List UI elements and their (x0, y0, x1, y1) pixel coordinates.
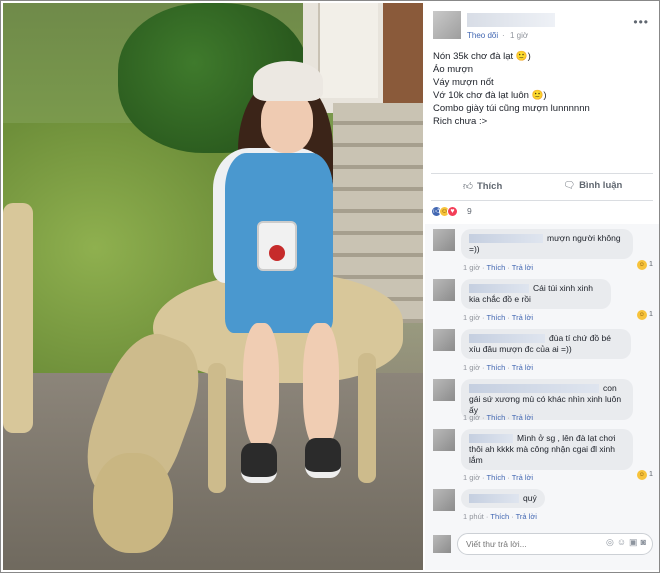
current-user-avatar (433, 535, 451, 553)
comment-time[interactable]: 1 giờ (463, 413, 480, 422)
sneaker (241, 443, 277, 483)
composer-icons: ◎☺▣◙ (606, 537, 649, 548)
building-window (318, 3, 378, 98)
commenter-avatar[interactable] (433, 489, 455, 511)
comment-reaction-count: 1 (648, 259, 653, 268)
person-hat (253, 61, 323, 101)
caption-line: Áo mượn (433, 64, 474, 75)
comment-bubble: đùa tí chứ đồ bé xíu đâu mượn đc của ai … (461, 329, 631, 359)
caption-line: Vớ 10k chơ đà lạt luôn 🙂) (433, 90, 547, 101)
post-photo[interactable] (3, 3, 423, 570)
commenter-name-blurred[interactable] (469, 494, 519, 504)
deer-statue-head (93, 453, 173, 553)
commenter-avatar[interactable] (433, 279, 455, 301)
comment-like-link[interactable]: Thích (487, 313, 506, 322)
more-horizontal-icon[interactable]: ••• (633, 15, 649, 29)
commenter-avatar[interactable] (433, 229, 455, 251)
separator: · (502, 31, 505, 40)
comment-text: quý (523, 493, 537, 503)
caption-line: Combo giày túi cũng mượn lunnnnnn (433, 103, 590, 114)
comment-bubble: Cái túi xinh xinh kia chắc đồ e rồi (461, 279, 611, 309)
sneaker (305, 438, 341, 478)
comment-like-link[interactable]: Thích (487, 413, 506, 422)
thumbs-up-icon: 👍︎ (463, 181, 473, 192)
follow-link[interactable]: Theo dõi (467, 31, 498, 40)
haha-reaction-icon: ☺ (636, 470, 647, 480)
caption-line: Nón 35k chơ đà lạt 🙂) (433, 51, 531, 62)
comment-reply-link[interactable]: Trả lời (512, 413, 533, 422)
caption-line: Rich chưa :> (433, 116, 488, 127)
divider (431, 173, 653, 174)
comment-meta: 1 giờ · Thích · Trả lời (463, 263, 534, 272)
comment-reply-link[interactable]: Trả lời (512, 473, 533, 482)
comment-like-link[interactable]: Thích (487, 363, 506, 372)
comment-meta: 1 phút · Thích · Trả lời (463, 512, 537, 521)
gif-icon[interactable]: ▣ (629, 537, 641, 547)
comment-reaction-badge[interactable]: ☺ 1 (636, 469, 653, 480)
like-button[interactable]: 👍︎ Thích (463, 180, 502, 192)
post-time[interactable]: 1 giờ (510, 31, 528, 40)
comment-meta: 1 giờ · Thích · Trả lời (463, 473, 534, 482)
emoji-icon[interactable]: ☺ (617, 537, 629, 547)
speech-bubble-icon: 🗨 (563, 180, 576, 191)
commenter-name-blurred[interactable] (469, 334, 545, 344)
reply-composer: ◎☺▣◙ (431, 533, 655, 555)
commenter-avatar[interactable] (433, 379, 455, 401)
comment-meta: 1 giờ · Thích · Trả lời (463, 413, 534, 422)
comment-like-link[interactable]: Thích (487, 263, 506, 272)
comment-time[interactable]: 1 giờ (463, 473, 480, 482)
comment-time[interactable]: 1 giờ (463, 313, 480, 322)
shoulder-bag (257, 221, 297, 271)
comment-reaction-count: 1 (648, 309, 653, 318)
comment-like-link[interactable]: Thích (490, 512, 509, 521)
comment-time[interactable]: 1 phút (463, 512, 484, 521)
deer-statue-leg (358, 353, 376, 483)
comment-meta: 1 giờ · Thích · Trả lời (463, 313, 534, 322)
comment-meta: 1 giờ · Thích · Trả lời (463, 363, 534, 372)
camera-icon[interactable]: ◎ (606, 537, 617, 547)
commenter-avatar[interactable] (433, 429, 455, 451)
comment-reply-link[interactable]: Trả lời (512, 263, 533, 272)
person-legs (241, 323, 353, 483)
post-panel: Theo dõi · 1 giờ ••• Nón 35k chơ đà lạt … (425, 3, 659, 570)
deer-statue-leg (208, 363, 226, 493)
comment-label: Bình luận (579, 180, 623, 191)
comment-button[interactable]: 🗨 Bình luận (563, 180, 622, 191)
comment-reaction-badge[interactable]: ☺ 1 (636, 259, 653, 270)
post-caption: Nón 35k chơ đà lạt 🙂) Áo mượn Váy mượn n… (433, 50, 653, 128)
sticker-icon[interactable]: ◙ (641, 537, 649, 547)
comment-bubble: Mình ở sg , lên đà lạt chơi thôi ah kkkk… (461, 429, 633, 470)
haha-reaction-icon: ☺ (636, 310, 647, 320)
author-avatar[interactable] (433, 11, 461, 39)
wooden-door (383, 3, 423, 103)
comment-reaction-count: 1 (648, 469, 653, 478)
comment-like-link[interactable]: Thích (487, 473, 506, 482)
divider (431, 200, 653, 201)
haha-reaction-icon: ☺ (636, 260, 647, 270)
deer-statue-leg-left (3, 203, 33, 433)
comment-bubble: mượn người không =)) (461, 229, 633, 259)
comment-reply-link[interactable]: Trả lời (512, 313, 533, 322)
comment-time[interactable]: 1 giờ (463, 263, 480, 272)
commenter-avatar[interactable] (433, 329, 455, 351)
comment-reaction-badge[interactable]: ☺ 1 (636, 309, 653, 320)
commenter-name-blurred[interactable] (469, 434, 513, 444)
comment-reply-link[interactable]: Trả lời (516, 512, 537, 521)
post-header: Theo dõi · 1 giờ ••• (425, 3, 659, 45)
like-label: Thích (476, 181, 503, 192)
post-actions: 👍︎ Thích 🗨 Bình luận (425, 177, 659, 199)
comment-time[interactable]: 1 giờ (463, 363, 480, 372)
commenter-name-blurred[interactable] (469, 234, 543, 244)
love-reaction-icon: ♥ (447, 206, 458, 217)
commenter-name-blurred[interactable] (469, 384, 599, 394)
reaction-count: 9 (467, 206, 472, 216)
screenshot-frame: Theo dõi · 1 giờ ••• Nón 35k chơ đà lạt … (0, 0, 660, 573)
commenter-name-blurred[interactable] (469, 284, 529, 294)
caption-line: Váy mượn nốt (433, 77, 494, 88)
comment-bubble: quý (461, 489, 545, 508)
comment-reply-link[interactable]: Trả lời (512, 363, 533, 372)
author-name-blurred[interactable] (467, 13, 555, 27)
